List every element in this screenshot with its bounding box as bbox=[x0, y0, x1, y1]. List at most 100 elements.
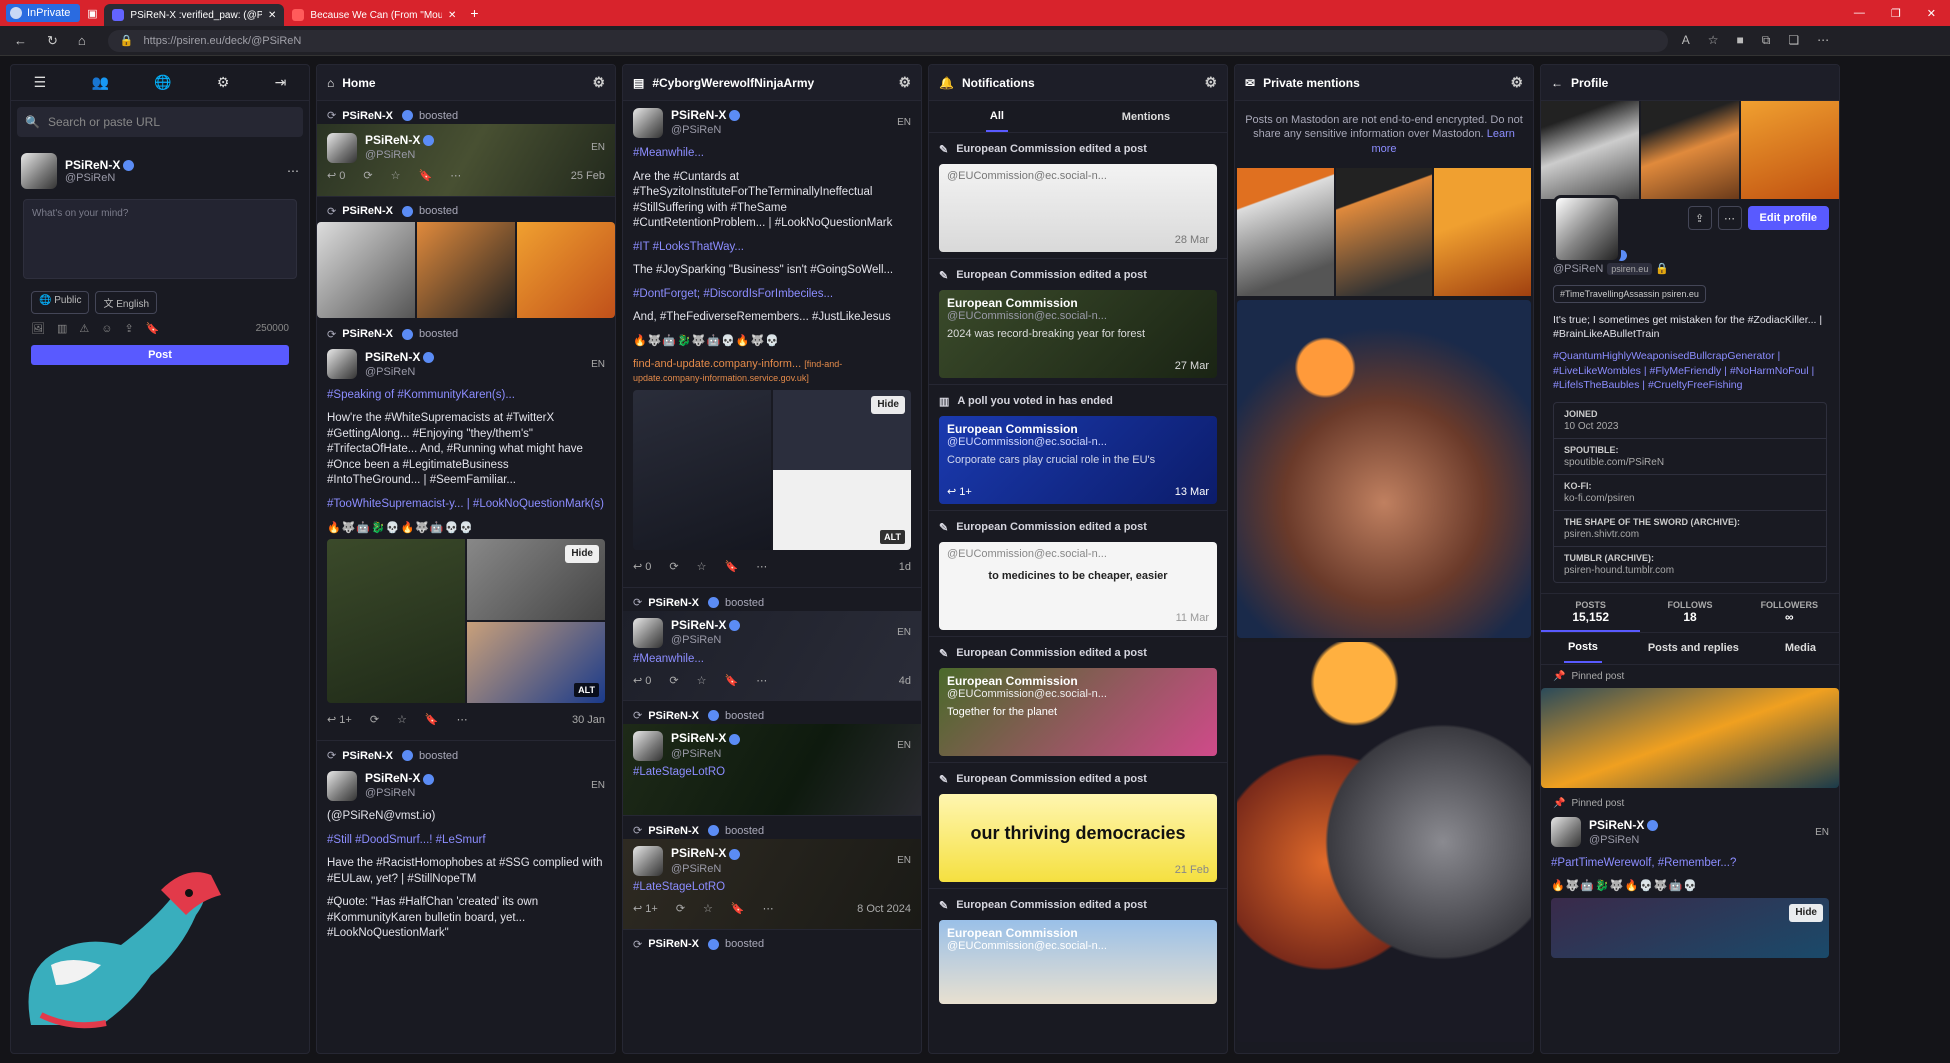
language-button[interactable]: 文 English bbox=[95, 291, 158, 314]
post-preview[interactable]: European Commission @EUCommission@ec.soci… bbox=[939, 290, 1217, 378]
media-gallery[interactable]: Hide bbox=[1551, 898, 1829, 959]
avatar[interactable] bbox=[327, 132, 357, 163]
refresh-icon[interactable]: ↻ bbox=[47, 33, 58, 49]
emoji-icon[interactable]: ☺ bbox=[101, 323, 112, 335]
globe-icon[interactable]: 🌐 bbox=[154, 74, 171, 91]
gear-icon[interactable]: ⚙ bbox=[1204, 74, 1217, 91]
star-icon[interactable]: ☆ bbox=[391, 169, 401, 184]
close-icon[interactable]: ✕ bbox=[268, 10, 276, 21]
media-gallery[interactable]: Hide ALT bbox=[327, 539, 605, 704]
tab-actions-icon[interactable]: ▣ bbox=[80, 7, 104, 20]
browser-tab[interactable]: Because We Can (From "Moulin R...✕ bbox=[284, 4, 464, 26]
reply-icon[interactable]: ↩ 0 bbox=[633, 560, 651, 575]
maximize-icon[interactable]: ❐ bbox=[1891, 7, 1901, 20]
hide-button[interactable]: Hide bbox=[565, 545, 599, 563]
reply-icon[interactable]: ↩ 1+ bbox=[947, 485, 972, 498]
tab-media[interactable]: Media bbox=[1785, 642, 1816, 654]
search-input[interactable]: 🔍 Search or paste URL bbox=[17, 107, 303, 137]
boost-icon[interactable]: ⟳ bbox=[669, 674, 678, 689]
star-icon[interactable]: ☆ bbox=[703, 902, 713, 917]
notification-item[interactable]: ✎ European Commission edited a post Europ… bbox=[929, 637, 1227, 763]
more-button[interactable]: ⋯ bbox=[1717, 206, 1742, 230]
avatar[interactable] bbox=[327, 770, 357, 801]
share-icon[interactable]: ⇪ bbox=[124, 322, 133, 335]
column-header[interactable]: 🔔 Notifications ⚙ bbox=[929, 65, 1227, 101]
browser-tab-active[interactable]: PSiReN-X :verified_paw: (@PSiReN...✕ bbox=[104, 4, 285, 26]
avatar[interactable] bbox=[1551, 817, 1581, 848]
address-bar[interactable]: 🔒 https://psiren.eu/deck/@PSiReN bbox=[107, 29, 1668, 52]
column-header[interactable]: ▤ #CyborgWerewolfNinjaArmy ⚙ bbox=[623, 65, 921, 101]
post-preview[interactable]: @EUCommission@ec.social-n... 28 Mar bbox=[939, 164, 1217, 252]
boost-icon[interactable]: ⟳ bbox=[676, 902, 685, 917]
field-link[interactable]: psiren-hound.tumblr.com bbox=[1564, 565, 1816, 576]
bookmark-icon[interactable]: 🔖 bbox=[725, 674, 739, 689]
hide-button[interactable]: Hide bbox=[1789, 904, 1823, 922]
boost-icon[interactable]: ⟳ bbox=[669, 560, 678, 575]
post-preview[interactable]: European Commission @EUCommission@ec.soci… bbox=[939, 668, 1217, 756]
warning-icon[interactable]: ⚠ bbox=[79, 322, 89, 335]
stat-followers[interactable]: FOLLOWERS ∞ bbox=[1740, 594, 1839, 632]
favorite-star-icon[interactable]: ☆ bbox=[1708, 33, 1719, 48]
bookmark-icon[interactable]: 🔖 bbox=[725, 560, 739, 575]
new-tab-button[interactable]: + bbox=[470, 5, 478, 21]
back-arrow-icon[interactable]: ← bbox=[1551, 76, 1563, 90]
domain-pill[interactable]: psiren.eu bbox=[1607, 263, 1653, 275]
hide-button[interactable]: Hide bbox=[871, 396, 905, 414]
post-preview[interactable]: European Commission @EUCommission@ec.soci… bbox=[939, 920, 1217, 1004]
more-icon[interactable]: ⋯ bbox=[763, 902, 774, 917]
minimize-icon[interactable]: — bbox=[1854, 7, 1865, 20]
avatar[interactable] bbox=[327, 349, 357, 380]
current-account[interactable]: PSiReN-X @PSiReN ⋯ bbox=[11, 143, 309, 199]
field-link[interactable]: psiren.shivtr.com bbox=[1564, 529, 1816, 540]
pinned-post-image[interactable] bbox=[1541, 687, 1839, 788]
bookmark-icon[interactable]: 🔖 bbox=[731, 902, 745, 917]
avatar[interactable] bbox=[633, 107, 663, 138]
notification-item[interactable]: ✎ European Commission edited a post our t… bbox=[929, 763, 1227, 889]
notification-item[interactable]: ✎ European Commission edited a post @EUCo… bbox=[929, 133, 1227, 259]
notification-item[interactable]: ▥ A poll you voted in has ended European … bbox=[929, 385, 1227, 511]
star-icon[interactable]: ☆ bbox=[697, 560, 707, 575]
reply-icon[interactable]: ↩ 1+ bbox=[633, 902, 658, 917]
bookmark-icon[interactable]: 🔖 bbox=[419, 169, 433, 184]
status-card[interactable]: PSiReN-X @PSiReN EN #LateStageLotRO bbox=[623, 724, 921, 817]
notification-item[interactable]: ✎ European Commission edited a post @EUCo… bbox=[929, 511, 1227, 637]
gear-icon[interactable]: ⚙ bbox=[592, 74, 605, 91]
status-card[interactable]: PSiReN-X @PSiReN EN #PartTimeWerewolf, #Re… bbox=[1541, 811, 1839, 968]
post-button[interactable]: Post bbox=[31, 345, 289, 365]
more-icon[interactable]: ⋯ bbox=[450, 169, 461, 184]
bookmark-icon[interactable]: 🔖 bbox=[146, 322, 160, 335]
link-card-url[interactable]: find-and-update.company-inform... [find-… bbox=[633, 357, 911, 387]
alt-badge[interactable]: ALT bbox=[880, 530, 905, 545]
poll-icon[interactable]: ▥ bbox=[57, 322, 67, 335]
settings-icon[interactable]: ⚙ bbox=[217, 74, 230, 91]
edit-profile-button[interactable]: Edit profile bbox=[1747, 206, 1829, 230]
more-icon[interactable]: ⋯ bbox=[457, 713, 468, 728]
more-icon[interactable]: ⋯ bbox=[287, 164, 299, 178]
tab-mentions[interactable]: Mentions bbox=[1122, 111, 1170, 123]
avatar[interactable] bbox=[633, 845, 663, 876]
image-icon[interactable]: 🖼 bbox=[31, 322, 45, 335]
avatar[interactable] bbox=[21, 153, 57, 189]
media-gallery[interactable] bbox=[317, 221, 615, 318]
logout-icon[interactable]: ⇥ bbox=[275, 74, 287, 91]
gear-icon[interactable]: ⚙ bbox=[898, 74, 911, 91]
star-icon[interactable]: ☆ bbox=[697, 674, 707, 689]
visibility-button[interactable]: 🌐 Public bbox=[31, 291, 90, 314]
post-preview[interactable]: @EUCommission@ec.social-n... to medicines… bbox=[939, 542, 1217, 630]
extensions-icon[interactable]: ⧉ bbox=[1762, 33, 1771, 48]
boost-icon[interactable]: ⟳ bbox=[370, 713, 379, 728]
more-icon[interactable]: ⋯ bbox=[1817, 33, 1829, 48]
avatar[interactable] bbox=[633, 730, 663, 761]
compose-textarea[interactable]: What's on your mind? bbox=[23, 199, 297, 279]
reply-icon[interactable]: ↩ 0 bbox=[327, 169, 345, 184]
people-icon[interactable]: 👥 bbox=[91, 74, 108, 91]
stat-posts[interactable]: POSTS 15,152 bbox=[1541, 594, 1641, 632]
bookmark-icon[interactable]: 🔖 bbox=[425, 713, 439, 728]
column-header[interactable]: ✉ Private mentions ⚙ bbox=[1235, 65, 1533, 101]
post-preview[interactable]: our thriving democracies 21 Feb bbox=[939, 794, 1217, 882]
notification-item[interactable]: ✎ European Commission edited a post Europ… bbox=[929, 889, 1227, 1010]
more-icon[interactable]: ⋯ bbox=[756, 560, 767, 575]
profile-avatar[interactable] bbox=[1553, 195, 1621, 263]
boost-icon[interactable]: ⟳ bbox=[363, 169, 372, 184]
tab-all[interactable]: All bbox=[985, 102, 1008, 132]
